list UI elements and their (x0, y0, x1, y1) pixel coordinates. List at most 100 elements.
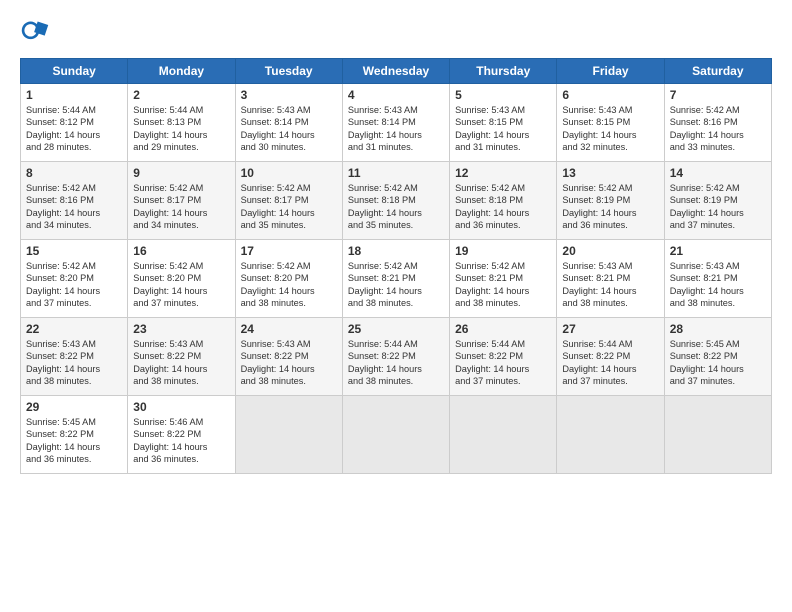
calendar-cell: 28 Sunrise: 5:45 AMSunset: 8:22 PMDayligh… (664, 318, 771, 396)
calendar-cell: 11 Sunrise: 5:42 AMSunset: 8:18 PMDayligh… (342, 162, 449, 240)
day-number: 9 (133, 166, 229, 180)
cell-content: Sunrise: 5:44 AMSunset: 8:13 PMDaylight:… (133, 104, 229, 154)
day-number: 19 (455, 244, 551, 258)
calendar-cell: 26 Sunrise: 5:44 AMSunset: 8:22 PMDayligh… (450, 318, 557, 396)
day-number: 4 (348, 88, 444, 102)
cell-content: Sunrise: 5:42 AMSunset: 8:20 PMDaylight:… (26, 260, 122, 310)
calendar-cell: 6Sunrise: 5:43 AMSunset: 8:15 PMDaylight… (557, 84, 664, 162)
calendar-cell (557, 396, 664, 474)
weekday-header: Tuesday (235, 59, 342, 84)
logo (20, 18, 54, 48)
cell-content: Sunrise: 5:42 AMSunset: 8:17 PMDaylight:… (133, 182, 229, 232)
weekday-header: Wednesday (342, 59, 449, 84)
cell-content: Sunrise: 5:42 AMSunset: 8:17 PMDaylight:… (241, 182, 337, 232)
day-number: 14 (670, 166, 766, 180)
cell-content: Sunrise: 5:42 AMSunset: 8:20 PMDaylight:… (133, 260, 229, 310)
header (20, 18, 772, 48)
day-number: 29 (26, 400, 122, 414)
calendar-cell: 5Sunrise: 5:43 AMSunset: 8:15 PMDaylight… (450, 84, 557, 162)
calendar-cell: 9 Sunrise: 5:42 AMSunset: 8:17 PMDaylight… (128, 162, 235, 240)
calendar-cell (450, 396, 557, 474)
day-number: 22 (26, 322, 122, 336)
day-number: 7 (670, 88, 766, 102)
day-number: 16 (133, 244, 229, 258)
cell-content: Sunrise: 5:43 AMSunset: 8:22 PMDaylight:… (133, 338, 229, 388)
cell-content: Sunrise: 5:42 AMSunset: 8:21 PMDaylight:… (348, 260, 444, 310)
cell-content: Sunrise: 5:42 AMSunset: 8:16 PMDaylight:… (670, 104, 766, 154)
calendar-cell: 22 Sunrise: 5:43 AMSunset: 8:22 PMDayligh… (21, 318, 128, 396)
calendar-cell: 19Sunrise: 5:42 AMSunset: 8:21 PMDayligh… (450, 240, 557, 318)
day-number: 15 (26, 244, 122, 258)
weekday-header: Sunday (21, 59, 128, 84)
calendar-cell: 8 Sunrise: 5:42 AMSunset: 8:16 PMDaylight… (21, 162, 128, 240)
cell-content: Sunrise: 5:42 AMSunset: 8:19 PMDaylight:… (562, 182, 658, 232)
day-number: 11 (348, 166, 444, 180)
day-number: 30 (133, 400, 229, 414)
day-number: 27 (562, 322, 658, 336)
calendar-cell: 15 Sunrise: 5:42 AMSunset: 8:20 PMDayligh… (21, 240, 128, 318)
day-number: 2 (133, 88, 229, 102)
cell-content: Sunrise: 5:42 AMSunset: 8:18 PMDaylight:… (348, 182, 444, 232)
weekday-header: Thursday (450, 59, 557, 84)
day-number: 24 (241, 322, 337, 336)
day-number: 20 (562, 244, 658, 258)
cell-content: Sunrise: 5:42 AMSunset: 8:20 PMDaylight:… (241, 260, 337, 310)
page: SundayMondayTuesdayWednesdayThursdayFrid… (0, 0, 792, 612)
calendar-body: 1 Sunrise: 5:44 AMSunset: 8:12 PMDaylight… (21, 84, 772, 474)
day-number: 18 (348, 244, 444, 258)
calendar-cell: 3 Sunrise: 5:43 AMSunset: 8:14 PMDaylight… (235, 84, 342, 162)
calendar-cell (235, 396, 342, 474)
cell-content: Sunrise: 5:46 AMSunset: 8:22 PMDaylight:… (133, 416, 229, 466)
calendar-cell: 21Sunrise: 5:43 AMSunset: 8:21 PMDayligh… (664, 240, 771, 318)
cell-content: Sunrise: 5:44 AMSunset: 8:22 PMDaylight:… (348, 338, 444, 388)
calendar-cell: 10 Sunrise: 5:42 AMSunset: 8:17 PMDayligh… (235, 162, 342, 240)
calendar-cell: 14 Sunrise: 5:42 AMSunset: 8:19 PMDayligh… (664, 162, 771, 240)
day-number: 25 (348, 322, 444, 336)
calendar-cell: 7 Sunrise: 5:42 AMSunset: 8:16 PMDaylight… (664, 84, 771, 162)
weekday-header: Monday (128, 59, 235, 84)
calendar: SundayMondayTuesdayWednesdayThursdayFrid… (20, 58, 772, 474)
day-number: 10 (241, 166, 337, 180)
cell-content: Sunrise: 5:42 AMSunset: 8:16 PMDaylight:… (26, 182, 122, 232)
cell-content: Sunrise: 5:45 AMSunset: 8:22 PMDaylight:… (670, 338, 766, 388)
cell-content: Sunrise: 5:43 AMSunset: 8:14 PMDaylight:… (241, 104, 337, 154)
cell-content: Sunrise: 5:45 AMSunset: 8:22 PMDaylight:… (26, 416, 122, 466)
cell-content: Sunrise: 5:42 AMSunset: 8:19 PMDaylight:… (670, 182, 766, 232)
weekday-header: Friday (557, 59, 664, 84)
cell-content: Sunrise: 5:43 AMSunset: 8:22 PMDaylight:… (241, 338, 337, 388)
calendar-cell: 2 Sunrise: 5:44 AMSunset: 8:13 PMDaylight… (128, 84, 235, 162)
day-number: 8 (26, 166, 122, 180)
calendar-cell: 25 Sunrise: 5:44 AMSunset: 8:22 PMDayligh… (342, 318, 449, 396)
calendar-week-row: 29 Sunrise: 5:45 AMSunset: 8:22 PMDayligh… (21, 396, 772, 474)
calendar-cell: 27 Sunrise: 5:44 AMSunset: 8:22 PMDayligh… (557, 318, 664, 396)
calendar-cell: 12Sunrise: 5:42 AMSunset: 8:18 PMDayligh… (450, 162, 557, 240)
calendar-week-row: 8 Sunrise: 5:42 AMSunset: 8:16 PMDaylight… (21, 162, 772, 240)
day-number: 5 (455, 88, 551, 102)
cell-content: Sunrise: 5:44 AMSunset: 8:22 PMDaylight:… (455, 338, 551, 388)
calendar-cell: 24 Sunrise: 5:43 AMSunset: 8:22 PMDayligh… (235, 318, 342, 396)
day-number: 26 (455, 322, 551, 336)
cell-content: Sunrise: 5:44 AMSunset: 8:22 PMDaylight:… (562, 338, 658, 388)
calendar-cell: 20Sunrise: 5:43 AMSunset: 8:21 PMDayligh… (557, 240, 664, 318)
cell-content: Sunrise: 5:43 AMSunset: 8:22 PMDaylight:… (26, 338, 122, 388)
cell-content: Sunrise: 5:43 AMSunset: 8:14 PMDaylight:… (348, 104, 444, 154)
day-number: 12 (455, 166, 551, 180)
calendar-cell (342, 396, 449, 474)
day-number: 6 (562, 88, 658, 102)
calendar-cell: 13 Sunrise: 5:42 AMSunset: 8:19 PMDayligh… (557, 162, 664, 240)
day-number: 23 (133, 322, 229, 336)
day-number: 21 (670, 244, 766, 258)
calendar-header-row: SundayMondayTuesdayWednesdayThursdayFrid… (21, 59, 772, 84)
day-number: 3 (241, 88, 337, 102)
weekday-header: Saturday (664, 59, 771, 84)
day-number: 13 (562, 166, 658, 180)
day-number: 1 (26, 88, 122, 102)
day-number: 28 (670, 322, 766, 336)
calendar-week-row: 15 Sunrise: 5:42 AMSunset: 8:20 PMDayligh… (21, 240, 772, 318)
logo-icon (20, 18, 50, 48)
cell-content: Sunrise: 5:44 AMSunset: 8:12 PMDaylight:… (26, 104, 122, 154)
calendar-cell: 17Sunrise: 5:42 AMSunset: 8:20 PMDayligh… (235, 240, 342, 318)
calendar-cell: 18 Sunrise: 5:42 AMSunset: 8:21 PMDayligh… (342, 240, 449, 318)
calendar-cell: 4 Sunrise: 5:43 AMSunset: 8:14 PMDaylight… (342, 84, 449, 162)
calendar-cell: 29 Sunrise: 5:45 AMSunset: 8:22 PMDayligh… (21, 396, 128, 474)
